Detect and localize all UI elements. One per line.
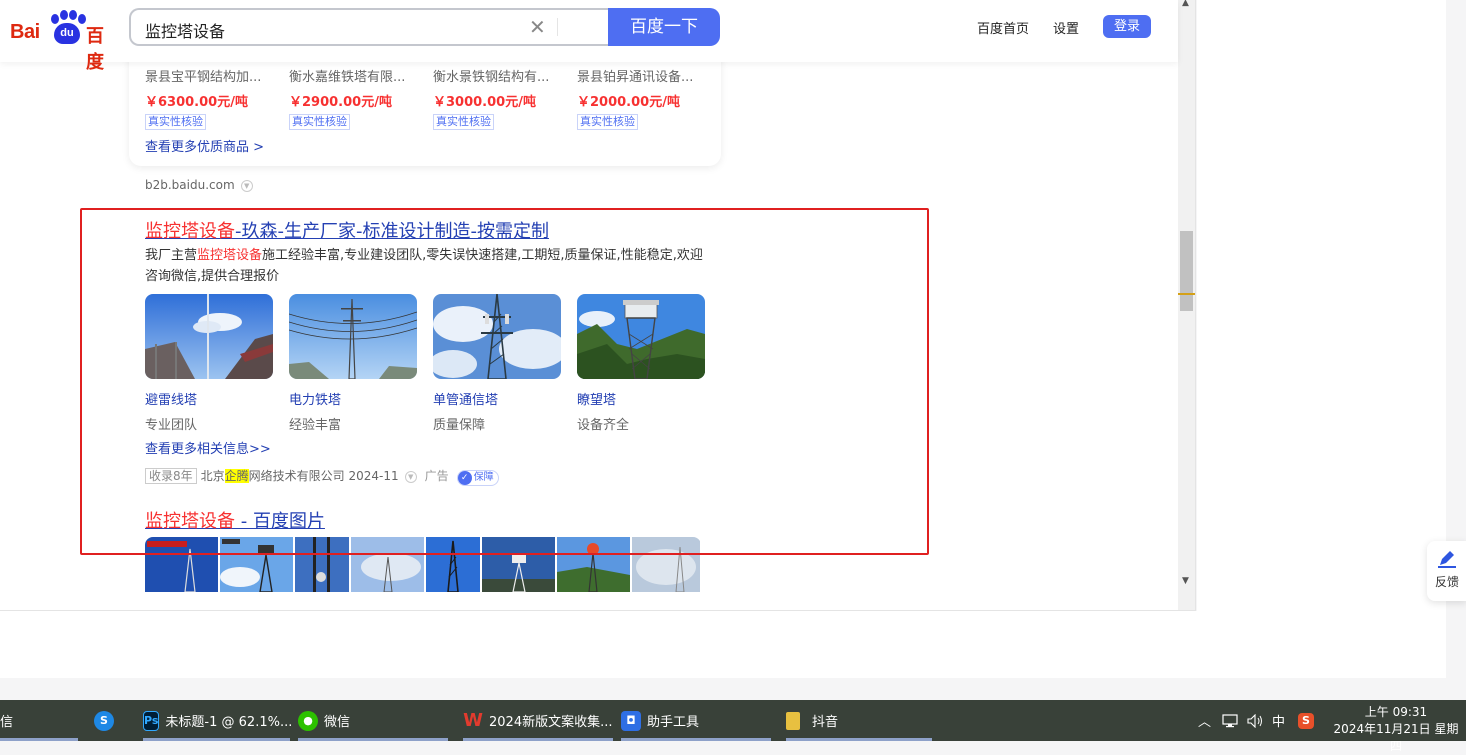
- taskbar-label: 抖音: [812, 715, 839, 730]
- taskbar-item-wps[interactable]: W 2024新版文案收集...: [463, 700, 613, 741]
- feedback-label: 反馈: [1434, 575, 1459, 589]
- nav-home-link[interactable]: 百度首页: [977, 18, 1029, 37]
- product-price: ￥3000.00元/吨: [433, 95, 536, 110]
- browser-viewport: Bai du 百度 监控塔设备 ✕ 百度一下 百度首页 设置 登录 景县宝平钢结…: [0, 0, 1196, 611]
- taskbar-item[interactable]: S: [94, 700, 124, 741]
- page-blank-area: [0, 611, 1446, 678]
- verify-badge[interactable]: 真实性核验: [289, 114, 350, 130]
- volume-icon[interactable]: [1247, 700, 1265, 741]
- taskbar-item-assistant[interactable]: ◘ 助手工具: [621, 700, 771, 741]
- product-item[interactable]: 景县宝平钢结构加... ￥6300.00元/吨 真实性核验: [145, 66, 275, 130]
- paw-icon: du: [48, 10, 86, 44]
- nav-settings-link[interactable]: 设置: [1053, 18, 1079, 37]
- logo-text-paw: du: [54, 23, 80, 44]
- scroll-position-marker: [1178, 293, 1195, 295]
- taskbar-item[interactable]: 信: [0, 700, 78, 741]
- product-price: ￥6300.00元/吨: [145, 95, 248, 110]
- taskbar-label: 信: [0, 715, 14, 730]
- photoshop-icon: Ps: [143, 710, 160, 731]
- edit-icon: [1427, 549, 1466, 573]
- wechat-icon: ●: [298, 710, 318, 731]
- verify-badge[interactable]: 真实性核验: [577, 114, 638, 130]
- scrollbar[interactable]: ▲ ▼: [1178, 0, 1195, 610]
- product-item[interactable]: 景县铂昇通讯设备... ￥2000.00元/吨 真实性核验: [577, 66, 707, 130]
- baidu-logo[interactable]: Bai du 百度: [10, 10, 118, 73]
- feedback-button[interactable]: 反馈: [1427, 541, 1466, 601]
- divider: [557, 18, 558, 36]
- more-goods-link[interactable]: 查看更多优质商品 >: [145, 136, 264, 155]
- taskbar-label: 2024新版文案收集...: [489, 715, 613, 730]
- system-clock[interactable]: 上午 09:31 2024年11月21日 星期四: [1328, 704, 1464, 755]
- product-name[interactable]: 景县铂昇通讯设备...: [577, 66, 707, 85]
- product-name[interactable]: 景县宝平钢结构加...: [145, 66, 275, 85]
- clock-date: 2024年11月21日 星期四: [1333, 722, 1459, 753]
- chevron-down-icon[interactable]: ▼: [240, 179, 253, 192]
- taskbar-item-photoshop[interactable]: Ps 未标题-1 @ 62.1%...: [143, 700, 293, 741]
- source-domain[interactable]: b2b.baidu.com: [145, 178, 235, 192]
- taskbar-item-wechat[interactable]: ● 微信: [298, 700, 448, 741]
- assistant-tool-icon: ◘: [621, 710, 641, 731]
- sogou-ime-icon[interactable]: S: [1298, 700, 1314, 741]
- chevron-up-icon[interactable]: ︿: [1198, 700, 1211, 741]
- taskbar-label: 未标题-1 @ 62.1%...: [165, 715, 293, 730]
- product-name[interactable]: 衡水景铁钢结构有...: [433, 66, 563, 85]
- network-icon[interactable]: [1222, 700, 1238, 741]
- taskbar-label: 微信: [324, 715, 351, 730]
- logo-text-right: 百度: [86, 26, 104, 73]
- login-button[interactable]: 登录: [1103, 15, 1151, 38]
- scroll-thumb[interactable]: [1180, 231, 1193, 311]
- annotation-box: [80, 208, 929, 555]
- taskbar: 信 S Ps 未标题-1 @ 62.1%... ● 微信 W 2024新版文案收…: [0, 700, 1466, 753]
- search-button[interactable]: 百度一下: [608, 8, 720, 46]
- logo-text-left: Bai: [10, 21, 40, 43]
- right-panel: [1197, 0, 1446, 678]
- search-header: Bai du 百度 监控塔设备 ✕ 百度一下 百度首页 设置 登录: [0, 0, 1178, 73]
- close-icon[interactable]: ✕: [529, 16, 546, 38]
- ime-indicator[interactable]: 中: [1272, 700, 1285, 741]
- product-name[interactable]: 衡水嘉维铁塔有限...: [289, 66, 419, 85]
- sogou-browser-icon: S: [94, 710, 114, 731]
- product-price: ￥2000.00元/吨: [577, 95, 680, 110]
- product-item[interactable]: 衡水嘉维铁塔有限... ￥2900.00元/吨 真实性核验: [289, 66, 419, 130]
- wps-icon: W: [463, 710, 483, 731]
- product-item[interactable]: 衡水景铁钢结构有... ￥3000.00元/吨 真实性核验: [433, 66, 563, 130]
- scroll-up-icon[interactable]: ▲: [1182, 0, 1189, 8]
- source-line: b2b.baidu.com ▼: [145, 178, 253, 192]
- folder-icon: [786, 711, 800, 730]
- search-input[interactable]: 监控塔设备: [145, 18, 225, 42]
- clock-time: 上午 09:31: [1364, 705, 1428, 719]
- verify-badge[interactable]: 真实性核验: [145, 114, 206, 130]
- scroll-down-icon[interactable]: ▼: [1182, 576, 1189, 586]
- search-box[interactable]: 监控塔设备 ✕: [129, 8, 609, 46]
- product-price: ￥2900.00元/吨: [289, 95, 392, 110]
- taskbar-item-douyin[interactable]: 抖音: [786, 700, 932, 741]
- taskbar-label: 助手工具: [647, 715, 700, 730]
- verify-badge[interactable]: 真实性核验: [433, 114, 494, 130]
